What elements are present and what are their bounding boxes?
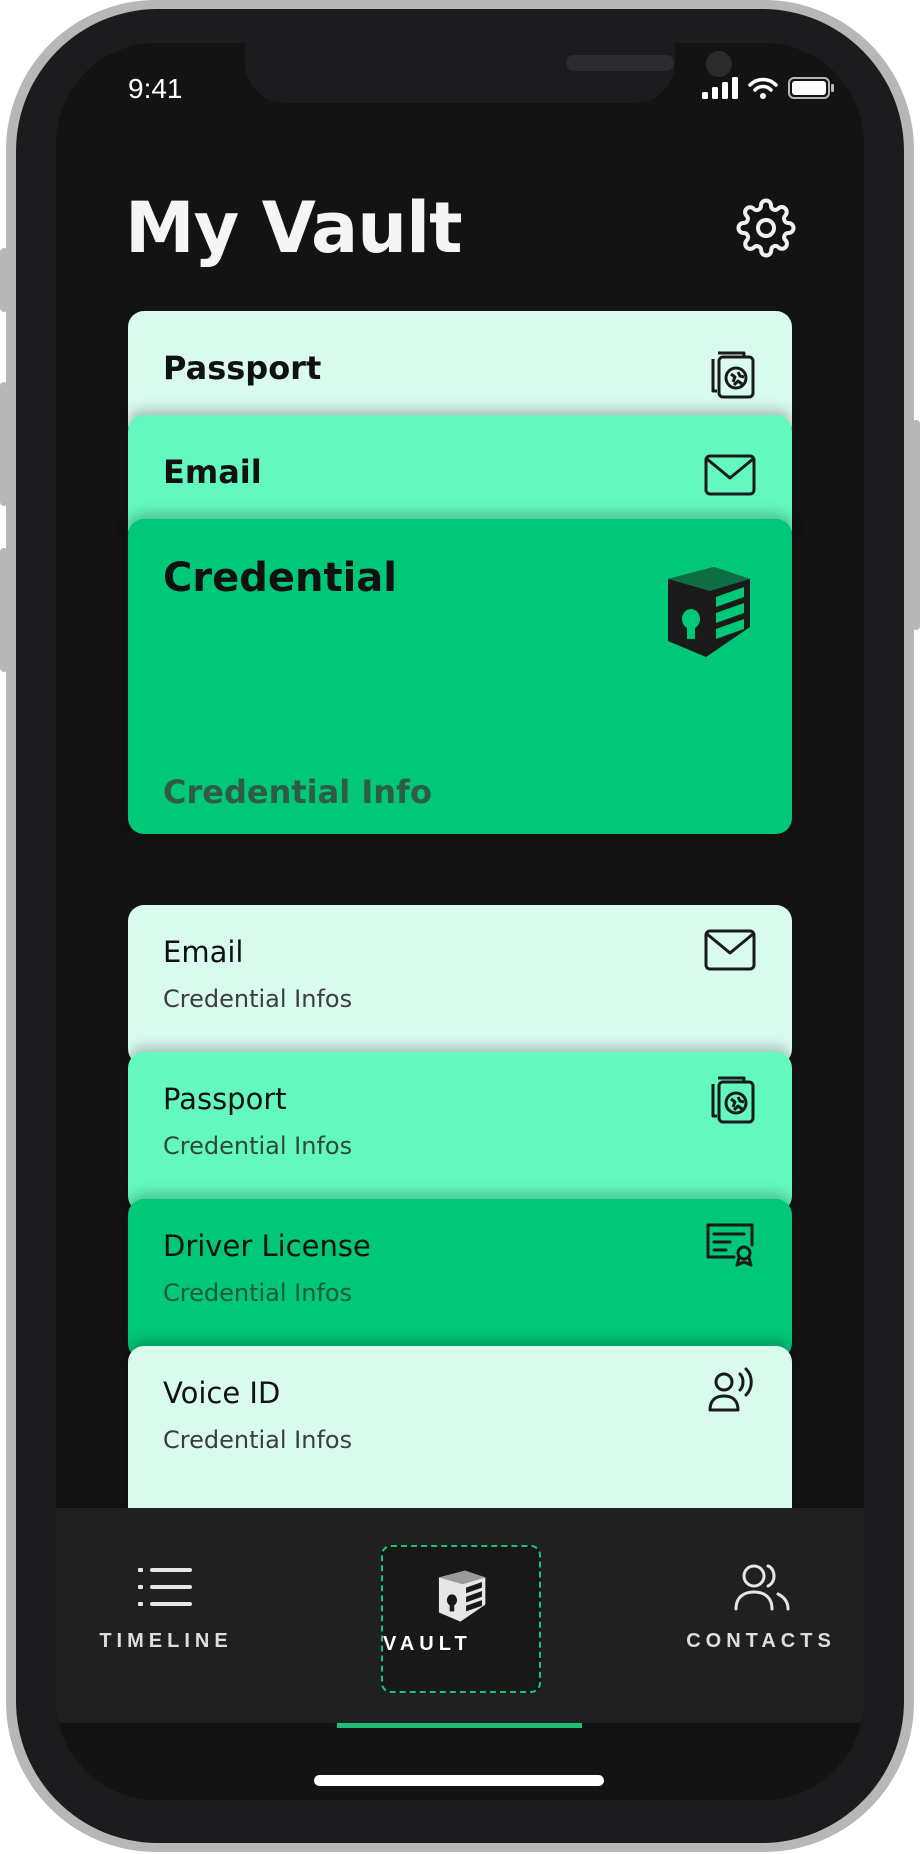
- nav-label: TIMELINE: [99, 1630, 233, 1652]
- list-card-passport[interactable]: Passport Credential Infos: [128, 1052, 792, 1212]
- nav-label: VAULT: [383, 1633, 472, 1655]
- card-title: Driver License: [163, 1229, 371, 1263]
- mail-icon: [704, 454, 756, 496]
- card-title: Passport: [163, 1082, 287, 1116]
- gear-icon[interactable]: [736, 198, 796, 258]
- screen: 9:41 My Vault Passport Email Credential …: [56, 43, 864, 1800]
- card-subtitle: Credential Infos: [163, 985, 353, 1013]
- passport-icon: [711, 351, 755, 399]
- bottom-nav: TIMELINE VAULT CONTACTS: [56, 1508, 864, 1723]
- mail-icon: [704, 929, 756, 971]
- card-title: Email: [163, 935, 244, 969]
- side-button: [0, 548, 8, 672]
- page-title: My Vault: [125, 187, 463, 269]
- card-credential[interactable]: Credential Credential Info: [128, 519, 792, 834]
- camera: [706, 51, 732, 77]
- vault-box-icon: [438, 1570, 486, 1622]
- card-title: Passport: [163, 349, 322, 387]
- notch: [245, 43, 732, 103]
- status-time: 9:41: [128, 73, 183, 104]
- side-button: [0, 248, 8, 312]
- side-button: [0, 382, 8, 506]
- contacts-icon: [734, 1564, 790, 1611]
- card-title: Email: [163, 453, 262, 491]
- list-card-email[interactable]: Email Credential Infos: [128, 905, 792, 1065]
- card-title: Credential: [163, 555, 397, 601]
- voice-id-icon: [708, 1367, 753, 1412]
- nav-item-timeline[interactable]: TIMELINE: [96, 1508, 236, 1723]
- nav-item-vault[interactable]: VAULT: [381, 1545, 541, 1693]
- card-subtitle: Credential Infos: [163, 1279, 353, 1307]
- list-card-driver-license[interactable]: Driver License Credential Infos: [128, 1199, 792, 1359]
- card-title: Voice ID: [163, 1376, 281, 1410]
- vault-box-icon: [668, 567, 750, 657]
- nav-label: CONTACTS: [686, 1630, 836, 1652]
- speaker: [566, 55, 674, 71]
- active-tab-indicator: [337, 1723, 582, 1728]
- home-indicator[interactable]: [314, 1775, 604, 1786]
- list-icon: [138, 1568, 192, 1606]
- card-subtitle: Credential Infos: [163, 1426, 353, 1454]
- license-icon: [706, 1223, 754, 1267]
- card-subtitle: Credential Info: [163, 773, 432, 811]
- passport-icon: [711, 1076, 755, 1124]
- signal-icon: [702, 77, 738, 99]
- wifi-icon: [748, 77, 778, 99]
- side-button: [912, 420, 920, 630]
- battery-icon: [788, 77, 834, 99]
- status-icons: [702, 77, 834, 99]
- card-subtitle: Credential Infos: [163, 1132, 353, 1160]
- nav-item-contacts[interactable]: CONTACTS: [676, 1508, 846, 1723]
